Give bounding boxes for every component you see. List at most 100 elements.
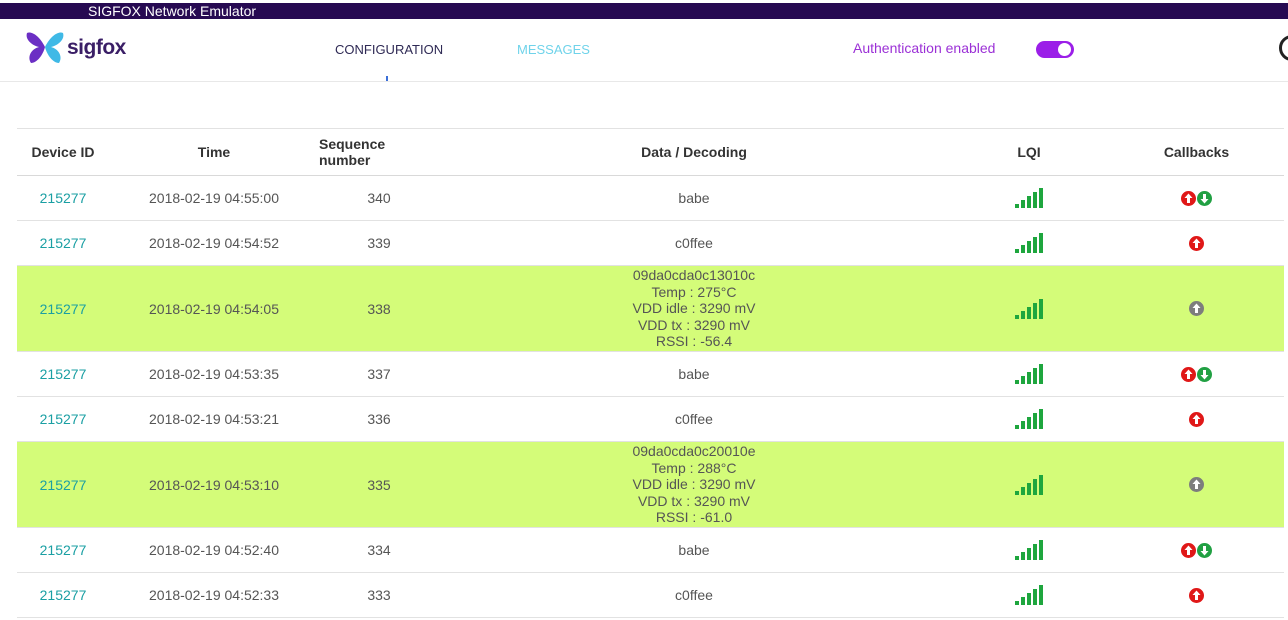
time-cell: 2018-02-19 04:53:21	[149, 411, 279, 427]
sigfox-logo[interactable]: sigfox	[25, 29, 145, 69]
data-line: 09da0cda0c20010e	[632, 443, 756, 460]
device-id-cell: 215277	[17, 442, 109, 527]
table-header: Device ID Time Sequence number Data / De…	[17, 129, 1284, 176]
device-id-link[interactable]: 215277	[40, 235, 87, 251]
sequence-cell: 339	[367, 235, 391, 251]
header-callbacks: Callbacks	[1163, 144, 1230, 160]
callback-up-success-icon[interactable]	[1181, 542, 1196, 558]
lqi-cell	[949, 442, 1109, 527]
signal-bars-icon	[1015, 585, 1043, 605]
callbacks-cell	[1109, 397, 1284, 441]
toggle-knob	[1058, 43, 1071, 56]
data-cell: c0ffee	[439, 573, 949, 617]
device-id-link[interactable]: 215277	[40, 190, 87, 206]
sequence-cell: 334	[367, 542, 391, 558]
callback-pending-icon[interactable]	[1189, 477, 1204, 492]
window-title: SIGFOX Network Emulator	[88, 3, 257, 19]
device-id-link[interactable]: 215277	[40, 587, 87, 603]
device-id-link[interactable]: 215277	[40, 301, 87, 317]
device-id-cell: 215277	[17, 176, 109, 220]
time-cell: 2018-02-19 04:52:40	[149, 542, 279, 558]
callback-up-success-icon[interactable]	[1181, 190, 1196, 206]
table-row: 215277 2018-02-19 04:54:52 339 c0ffee	[17, 221, 1284, 266]
sequence-cell: 340	[367, 190, 391, 206]
data-line: Temp : 288°C	[651, 459, 737, 476]
callback-down-success-icon[interactable]	[1197, 190, 1212, 206]
logo-wordmark: sigfox	[67, 36, 126, 59]
callback-up-success-icon[interactable]	[1189, 411, 1204, 427]
signal-bars-icon	[1015, 188, 1043, 208]
callbacks-cell	[1109, 442, 1284, 527]
device-id-cell: 215277	[17, 221, 109, 265]
data-line: RSSI : -56.4	[655, 333, 733, 350]
time-cell: 2018-02-19 04:53:10	[149, 476, 279, 493]
lqi-cell	[949, 266, 1109, 351]
sequence-cell: 333	[367, 587, 391, 603]
device-id-link[interactable]: 215277	[40, 411, 87, 427]
data-line: c0ffee	[675, 410, 713, 427]
callback-up-success-icon[interactable]	[1181, 366, 1196, 382]
data-cell: c0ffee	[439, 221, 949, 265]
data-line: VDD tx : 3290 mV	[637, 492, 751, 509]
partial-circle-icon	[1279, 35, 1288, 61]
nav-configuration[interactable]: CONFIGURATION	[335, 42, 443, 57]
device-id-cell: 215277	[17, 266, 109, 351]
data-cell: 09da0cda0c20010e Temp : 288°C VDD idle : 3…	[439, 442, 949, 527]
signal-bars-icon	[1015, 364, 1043, 384]
callback-down-success-icon[interactable]	[1197, 542, 1212, 558]
callbacks-cell	[1109, 573, 1284, 617]
lqi-cell	[949, 397, 1109, 441]
callbacks-cell	[1109, 266, 1284, 351]
time-cell: 2018-02-19 04:55:00	[149, 190, 279, 206]
signal-bars-icon	[1015, 474, 1043, 495]
time-cell: 2018-02-19 04:52:33	[149, 587, 279, 603]
data-line: 09da0cda0c13010c	[632, 267, 756, 284]
lqi-cell	[949, 528, 1109, 572]
lqi-cell	[949, 352, 1109, 396]
device-id-link[interactable]: 215277	[40, 542, 87, 558]
callback-pending-icon[interactable]	[1189, 301, 1204, 316]
top-navbar: sigfox CONFIGURATION MESSAGES Authentica…	[0, 19, 1288, 82]
device-id-link[interactable]: 215277	[40, 477, 87, 493]
authentication-toggle[interactable]	[1036, 41, 1074, 58]
device-id-cell: 215277	[17, 352, 109, 396]
signal-bars-icon	[1015, 540, 1043, 560]
callback-down-success-icon[interactable]	[1197, 366, 1212, 382]
data-line: VDD idle : 3290 mV	[632, 476, 756, 493]
data-line: c0ffee	[675, 234, 713, 251]
data-line: RSSI : -61.0	[655, 509, 733, 526]
device-id-link[interactable]: 215277	[40, 366, 87, 382]
time-cell: 2018-02-19 04:54:05	[149, 300, 279, 317]
callback-up-success-icon[interactable]	[1189, 235, 1204, 251]
time-cell: 2018-02-19 04:54:52	[149, 235, 279, 251]
data-cell: 09da0cda0c13010c Temp : 275°C VDD idle : 3…	[439, 266, 949, 351]
authentication-label: Authentication enabled	[853, 40, 996, 56]
callbacks-cell	[1109, 221, 1284, 265]
signal-bars-icon	[1015, 233, 1043, 253]
table-row: 215277 2018-02-19 04:52:33 333 c0ffee	[17, 573, 1284, 618]
table-row: 215277 2018-02-19 04:54:05 338 09da0cda0c13…	[17, 266, 1284, 352]
table-row: 215277 2018-02-19 04:53:35 337 babe	[17, 352, 1284, 397]
sequence-cell: 335	[367, 476, 391, 493]
data-line: Temp : 275°C	[651, 283, 737, 300]
signal-bars-icon	[1015, 298, 1043, 319]
device-id-cell: 215277	[17, 528, 109, 572]
sequence-cell: 336	[367, 411, 391, 427]
data-line: babe	[678, 365, 710, 382]
callbacks-cell	[1109, 176, 1284, 220]
table-row: 215277 2018-02-19 04:55:00 340 babe	[17, 176, 1284, 221]
time-cell: 2018-02-19 04:53:35	[149, 366, 279, 382]
lqi-cell	[949, 573, 1109, 617]
signal-bars-icon	[1015, 409, 1043, 429]
window-titlebar: SIGFOX Network Emulator	[0, 3, 1288, 19]
sequence-cell: 338	[367, 300, 391, 317]
device-id-cell: 215277	[17, 573, 109, 617]
nav-messages[interactable]: MESSAGES	[517, 42, 590, 57]
callback-up-success-icon[interactable]	[1189, 587, 1204, 603]
data-cell: babe	[439, 528, 949, 572]
data-line: c0ffee	[675, 586, 713, 603]
callbacks-cell	[1109, 528, 1284, 572]
callbacks-cell	[1109, 352, 1284, 396]
header-time: Time	[197, 144, 231, 160]
device-id-cell: 215277	[17, 397, 109, 441]
